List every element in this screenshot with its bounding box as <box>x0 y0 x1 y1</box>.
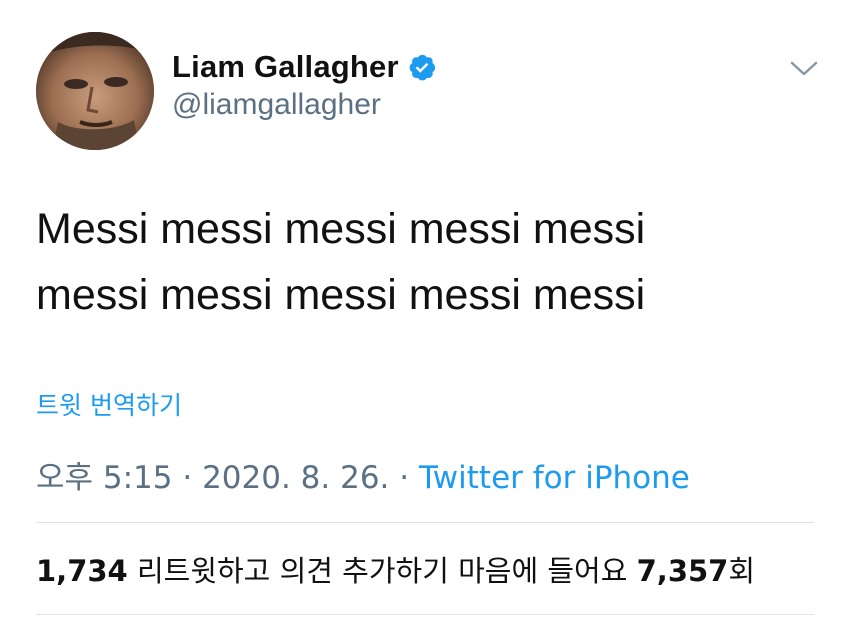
likes-label: 마음에 들어요 <box>458 554 637 588</box>
author-name-row: Liam Gallagher <box>172 46 437 88</box>
translate-tweet-link[interactable]: 트윗 번역하기 <box>36 386 182 422</box>
meta-separator: · <box>172 460 203 496</box>
meta-separator: · <box>389 460 419 496</box>
retweets-label: 리트윗하고 의견 추가하기 <box>127 554 459 588</box>
chevron-down-icon[interactable] <box>788 56 820 80</box>
tweet-date[interactable]: 2020. 8. 26. <box>202 460 389 496</box>
likes-count: 7,357 <box>636 554 729 588</box>
author-display-name[interactable]: Liam Gallagher <box>172 49 399 85</box>
tweet-text: Messi messi messi messi messi messi mess… <box>36 196 796 328</box>
avatar-image <box>36 32 154 150</box>
divider <box>36 614 814 615</box>
author-handle[interactable]: @liamgallagher <box>172 88 381 122</box>
tweet-text-line: messi messi messi messi messi <box>36 271 646 319</box>
tweet-stats: 1,734 리트윗하고 의견 추가하기 마음에 들어요 7,357회 <box>36 548 755 590</box>
likes-suffix: 회 <box>728 554 756 588</box>
retweets-count: 1,734 <box>36 554 128 588</box>
tweet-source-link[interactable]: Twitter for iPhone <box>419 460 690 496</box>
tweet-card: Liam Gallagher @liamgallagher Messi mess… <box>0 0 850 636</box>
tweet-meta: 오후 5:15 · 2020. 8. 26. · Twitter for iPh… <box>36 452 690 497</box>
tweet-time[interactable]: 오후 5:15 <box>36 460 173 496</box>
divider <box>36 522 814 523</box>
tweet-text-line: Messi messi messi messi messi <box>36 205 646 253</box>
avatar[interactable] <box>36 32 154 150</box>
retweets-stat[interactable]: 1,734 리트윗하고 의견 추가하기 <box>36 554 458 588</box>
likes-stat[interactable]: 마음에 들어요 7,357회 <box>458 554 755 588</box>
verified-badge-icon <box>407 52 437 82</box>
